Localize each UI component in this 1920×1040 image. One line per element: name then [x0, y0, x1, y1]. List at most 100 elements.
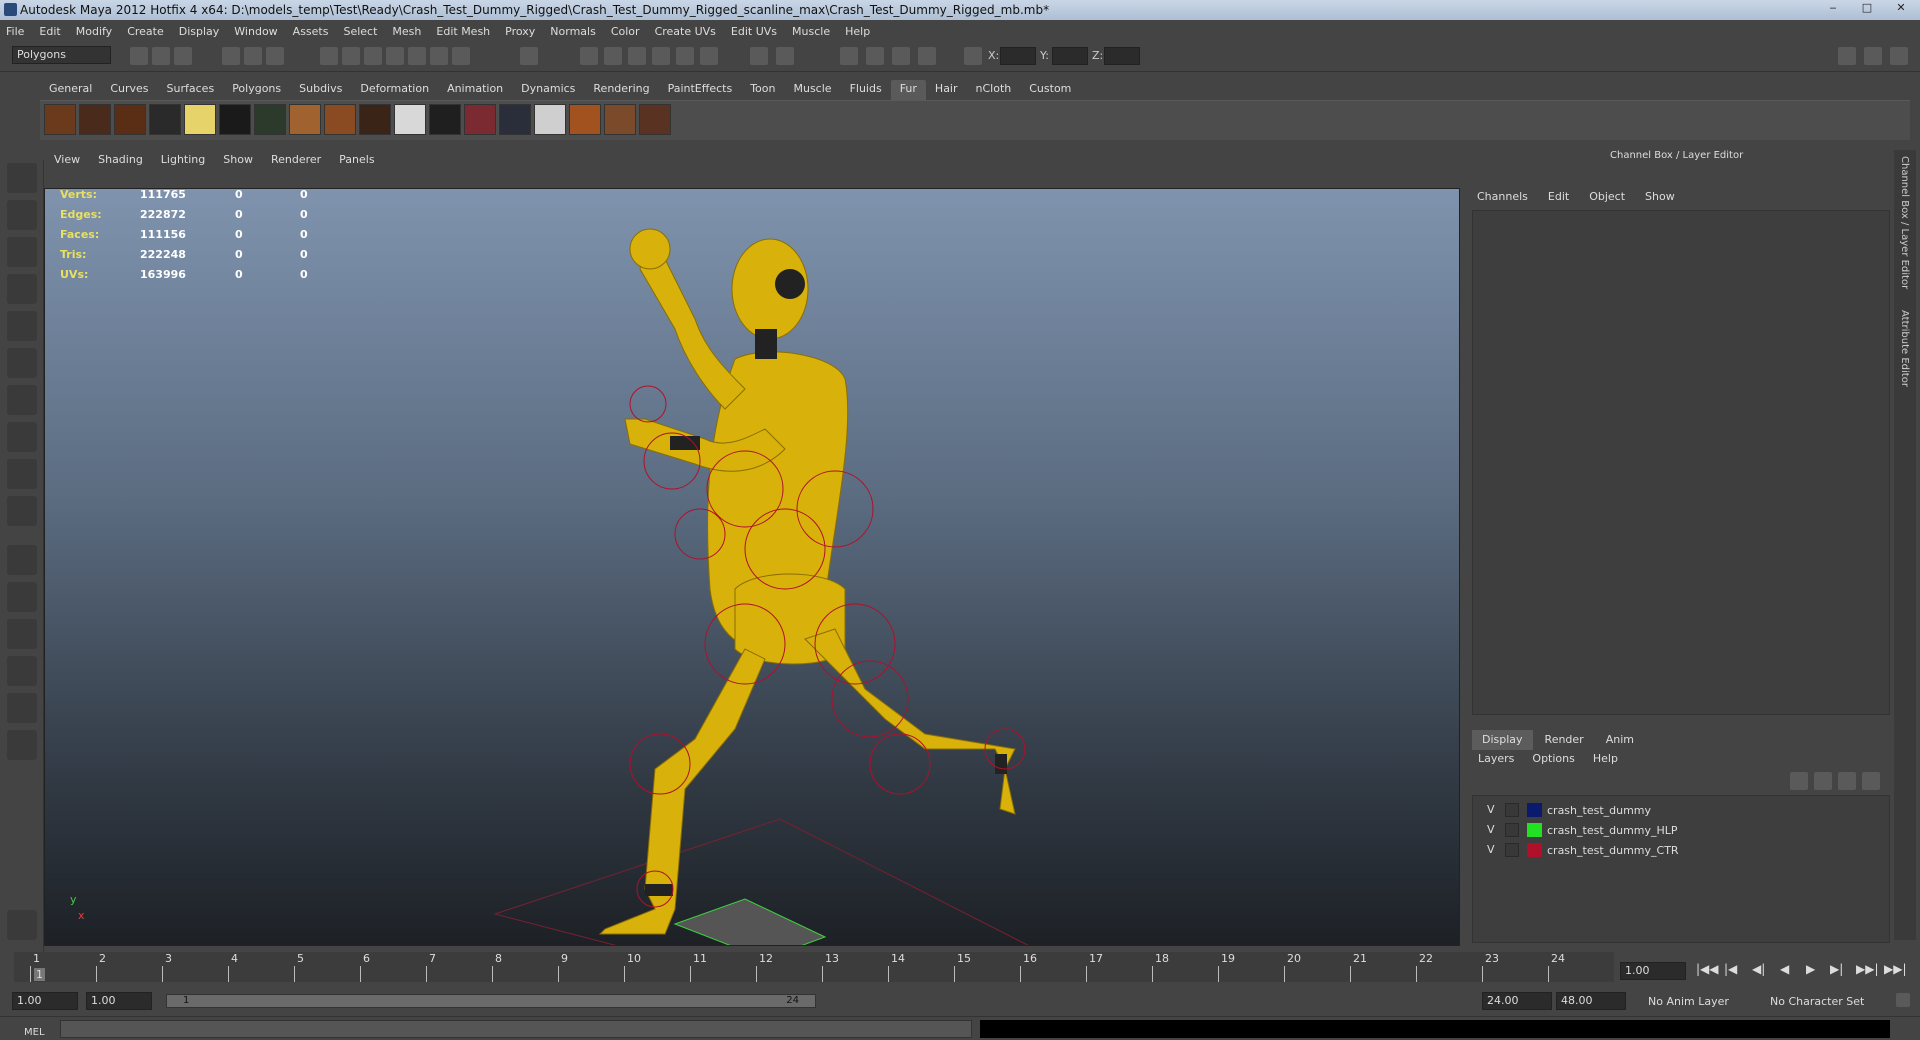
side-tab-attribute-editor[interactable]: Attribute Editor	[1899, 310, 1910, 387]
fur-preset-swatch[interactable]	[149, 104, 181, 135]
snap-curve-icon[interactable]	[342, 47, 360, 65]
menu-file[interactable]: File	[6, 25, 24, 38]
shelf-tab-custom[interactable]: Custom	[1020, 80, 1080, 100]
shelf-tab-subdivs[interactable]: Subdivs	[290, 80, 351, 100]
step-back-frame-button[interactable]: ◀|	[1752, 962, 1765, 976]
render-settings-icon[interactable]	[676, 47, 694, 65]
fur-preset-swatch[interactable]	[254, 104, 286, 135]
new-layer-from-selection-icon[interactable]	[1814, 772, 1832, 790]
viewport-menu-show[interactable]: Show	[223, 153, 253, 166]
mel-label[interactable]: MEL	[24, 1027, 45, 1038]
menu-display[interactable]: Display	[179, 25, 220, 38]
new-layer-icon[interactable]	[1790, 772, 1808, 790]
move-layer-down-icon[interactable]	[1862, 772, 1880, 790]
fur-preset-swatch[interactable]	[184, 104, 216, 135]
layer-playback-toggle[interactable]	[1505, 803, 1519, 817]
layer-playback-toggle[interactable]	[1505, 823, 1519, 837]
menu-color[interactable]: Color	[611, 25, 640, 38]
cb-show-menu[interactable]: Show	[1645, 190, 1675, 203]
mel-command-input[interactable]	[60, 1020, 972, 1038]
toggle-channel-box-icon[interactable]	[1838, 47, 1856, 65]
menu-select[interactable]: Select	[343, 25, 377, 38]
lasso-tool-icon[interactable]	[7, 200, 37, 230]
go-to-start-button[interactable]: |◀◀	[1696, 962, 1719, 976]
open-scene-icon[interactable]	[152, 47, 170, 65]
menu-set-dropdown[interactable]: Polygons	[12, 46, 111, 64]
cb-edit-menu[interactable]: Edit	[1548, 190, 1569, 203]
rotate-tool-icon[interactable]	[7, 311, 37, 341]
layer-visibility-toggle[interactable]: V	[1487, 843, 1495, 856]
range-slider[interactable]: 1 24	[166, 994, 816, 1008]
new-scene-icon[interactable]	[130, 47, 148, 65]
layer-playback-toggle[interactable]	[1505, 843, 1519, 857]
anim-layer-dropdown[interactable]: No Anim Layer	[1648, 995, 1729, 1008]
fur-preset-swatch[interactable]	[499, 104, 531, 135]
x-field[interactable]	[1000, 47, 1036, 65]
side-tab-channel-box[interactable]: Channel Box / Layer Editor	[1899, 156, 1910, 289]
last-tool-icon[interactable]	[7, 459, 37, 489]
shelf-tab-general[interactable]: General	[40, 80, 101, 100]
fur-preset-swatch[interactable]	[289, 104, 321, 135]
render-icon[interactable]	[7, 910, 37, 940]
fur-preset-swatch[interactable]	[44, 104, 76, 135]
close-button[interactable]: ✕	[1888, 1, 1914, 17]
menu-window[interactable]: Window	[234, 25, 277, 38]
snap-point-icon[interactable]	[364, 47, 382, 65]
hypershade-icon[interactable]	[700, 47, 718, 65]
viewport-menu-panels[interactable]: Panels	[339, 153, 374, 166]
render-layout-icon[interactable]	[7, 730, 37, 760]
current-time-field[interactable]: 1.00	[1620, 962, 1686, 980]
playback-end-field[interactable]: 24.00	[1482, 992, 1552, 1010]
construction-icon[interactable]	[452, 47, 470, 65]
cb-object-menu[interactable]: Object	[1589, 190, 1625, 203]
play-forwards-button[interactable]: ▶	[1806, 962, 1815, 976]
maximize-button[interactable]: □	[1854, 1, 1880, 17]
render-frame-icon[interactable]	[652, 47, 670, 65]
history-icon[interactable]	[430, 47, 448, 65]
shelf-tab-rendering[interactable]: Rendering	[584, 80, 658, 100]
shelf-tab-muscle[interactable]: Muscle	[784, 80, 840, 100]
shelf-tab-toon[interactable]: Toon	[741, 80, 784, 100]
viewport-menu-view[interactable]: View	[54, 153, 80, 166]
layer-row[interactable]: V crash_test_dummy	[1487, 802, 1877, 820]
menu-proxy[interactable]: Proxy	[505, 25, 535, 38]
step-forward-frame-button[interactable]: ▶|	[1830, 962, 1843, 976]
layer-color-swatch[interactable]	[1527, 823, 1542, 837]
start-time-field[interactable]: 1.00	[12, 992, 78, 1010]
batch-render-icon[interactable]	[866, 47, 884, 65]
fur-preset-swatch[interactable]	[639, 104, 671, 135]
viewport-menu-renderer[interactable]: Renderer	[271, 153, 321, 166]
select-hierarchy-icon[interactable]	[222, 47, 240, 65]
layer-visibility-toggle[interactable]: V	[1487, 803, 1495, 816]
select-tool-icon[interactable]	[7, 163, 37, 193]
hypershade-layout-icon[interactable]	[7, 693, 37, 723]
perspective-viewport[interactable]	[44, 188, 1460, 946]
scale-tool-icon[interactable]	[7, 348, 37, 378]
menu-edit-uvs[interactable]: Edit UVs	[731, 25, 777, 38]
y-field[interactable]	[1052, 47, 1088, 65]
fur-preset-swatch[interactable]	[114, 104, 146, 135]
animation-prefs-icon[interactable]	[1896, 993, 1910, 1007]
shelf-tab-surfaces[interactable]: Surfaces	[158, 80, 224, 100]
shelf-tab-polygons[interactable]: Polygons	[223, 80, 290, 100]
save-scene-icon[interactable]	[174, 47, 192, 65]
character-set-dropdown[interactable]: No Character Set	[1770, 995, 1864, 1008]
menu-create[interactable]: Create	[127, 25, 164, 38]
four-pane-layout-icon[interactable]	[7, 582, 37, 612]
options-menu[interactable]: Options	[1532, 752, 1574, 765]
playback-start-field[interactable]: 1.00	[86, 992, 152, 1010]
empty-tool-slot[interactable]	[7, 496, 37, 526]
fur-preset-swatch[interactable]	[324, 104, 356, 135]
toggle-panel-icon[interactable]	[750, 47, 768, 65]
menu-mesh[interactable]: Mesh	[392, 25, 421, 38]
snap-grid-icon[interactable]	[320, 47, 338, 65]
menu-normals[interactable]: Normals	[550, 25, 596, 38]
toggle-attr-icon[interactable]	[776, 47, 794, 65]
step-back-key-button[interactable]: |◀	[1724, 962, 1737, 976]
shelf-tab-dynamics[interactable]: Dynamics	[512, 80, 584, 100]
channels-menu[interactable]: Channels	[1477, 190, 1528, 203]
layer-color-swatch[interactable]	[1527, 803, 1542, 817]
shelf-tab-deformation[interactable]: Deformation	[351, 80, 438, 100]
fur-preset-swatch[interactable]	[394, 104, 426, 135]
paint-select-icon[interactable]	[7, 237, 37, 267]
